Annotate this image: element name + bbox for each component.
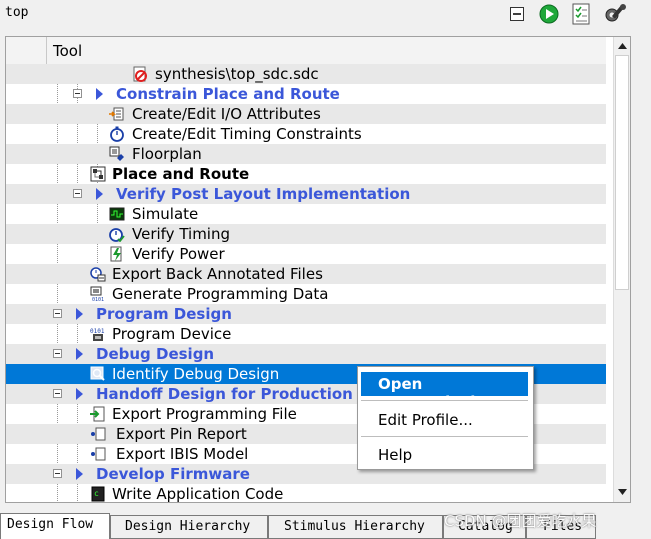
menu-separator (361, 400, 528, 401)
group-arrow-icon (76, 388, 83, 400)
tree-row-programming-data[interactable]: 0101 Generate Programming Data (6, 284, 606, 304)
tree-header: Tool (6, 37, 606, 65)
tree-row-label: Verify Post Layout Implementation (116, 185, 411, 203)
report-icon[interactable] (570, 3, 592, 25)
program-device-icon: 0101 (90, 326, 106, 342)
tree-row-verify-post-layout[interactable]: Verify Post Layout Implementation (6, 184, 606, 204)
tree-row-export-annotated[interactable]: Export Back Annotated Files (6, 264, 606, 284)
tree-row-label: Develop Firmware (96, 465, 250, 483)
pin-report-icon (90, 426, 106, 442)
group-arrow-icon (96, 188, 103, 200)
tree-row-verify-power[interactable]: Verify Power (6, 244, 606, 264)
tab-stimulus-hierarchy[interactable]: Stimulus Hierarchy (268, 515, 443, 539)
tree-row-place-route[interactable]: Place and Route (6, 164, 606, 184)
floorplan-icon (109, 146, 125, 162)
tree-row-label: Identify Debug Design (112, 365, 280, 383)
menu-item-label: Help (378, 446, 413, 464)
tree-row-label: Place and Route (112, 165, 250, 183)
sdc-file-icon (132, 66, 148, 82)
tree-row-label: Export IBIS Model (116, 445, 249, 463)
simulate-icon (109, 206, 125, 222)
tree-row-label: Create/Edit I/O Attributes (132, 105, 321, 123)
scroll-up-button[interactable] (614, 37, 630, 54)
tree-row-simulate[interactable]: Simulate (6, 204, 606, 224)
export-file-icon (90, 406, 106, 422)
svg-text:0101: 0101 (90, 328, 105, 335)
tree-row-label: Floorplan (132, 145, 202, 163)
tree-row-sdc-file[interactable]: synthesis\top_sdc.sdc (6, 64, 606, 84)
watermark: CSDN @团团爱吃水果 (444, 512, 597, 530)
io-attributes-icon (109, 106, 125, 122)
tree-header-blank-column (6, 37, 47, 64)
collapse-toggle-icon[interactable] (73, 189, 82, 198)
ibis-model-icon (90, 446, 106, 462)
tree-row-label: Export Programming File (112, 405, 297, 423)
tree-row-label: Create/Edit Timing Constraints (132, 125, 362, 143)
collapse-toggle-icon[interactable] (53, 469, 62, 478)
group-arrow-icon (76, 308, 83, 320)
programming-data-icon: 0101 (90, 286, 106, 302)
design-flow-tree: Tool synthesis\top_sdc.sdc Constrain Pla… (5, 36, 631, 503)
tree-row-label: Simulate (132, 205, 199, 223)
collapse-toggle-icon[interactable] (73, 89, 82, 98)
collapse-toggle-icon[interactable] (53, 389, 62, 398)
tree-row-label: Verify Power (132, 245, 225, 263)
tree-row-program-design[interactable]: Program Design (6, 304, 606, 324)
collapse-toggle-icon[interactable] (53, 349, 62, 358)
panel-title: top (5, 5, 29, 20)
tree-row-label: Generate Programming Data (112, 285, 329, 303)
tree-row-label: Verify Timing (132, 225, 230, 243)
verify-timing-icon (109, 226, 125, 242)
menu-separator (361, 436, 528, 437)
options-icon[interactable] (602, 3, 628, 25)
tree-row-program-device[interactable]: 0101 Program Device (6, 324, 606, 344)
tree-row-io-attributes[interactable]: Create/Edit I/O Attributes (6, 104, 606, 124)
tree-row-constrain-place-route[interactable]: Constrain Place and Route (6, 84, 606, 104)
run-icon[interactable] (538, 3, 560, 25)
place-route-icon (90, 166, 106, 182)
tree-row-floorplan[interactable]: Floorplan (6, 144, 606, 164)
tab-label: Stimulus Hierarchy (284, 519, 425, 534)
identify-debug-icon (90, 366, 106, 382)
tab-label: Design Hierarchy (125, 519, 251, 534)
tab-design-hierarchy[interactable]: Design Hierarchy (110, 515, 268, 539)
group-arrow-icon (96, 88, 103, 100)
scroll-thumb[interactable] (615, 55, 629, 290)
tree-row-label: Export Pin Report (116, 425, 247, 443)
application-code-icon: c (90, 486, 106, 502)
panel-toolbar: top (0, 0, 651, 30)
menu-item-open-interactively[interactable]: Open Interactively (361, 372, 528, 411)
menu-item-label: Edit Profile... (378, 411, 473, 429)
svg-text:0101: 0101 (92, 297, 104, 302)
stopwatch-icon (109, 126, 125, 142)
context-menu: Open Interactively Edit Profile... Help (357, 366, 534, 470)
tab-design-flow[interactable]: Design Flow (0, 513, 110, 539)
tree-row-application-code[interactable]: c Write Application Code (6, 484, 606, 503)
group-arrow-icon (76, 468, 83, 480)
vertical-scrollbar[interactable] (613, 37, 630, 502)
tree-row-label: Program Design (96, 305, 232, 323)
tree-row-debug-design[interactable]: Debug Design (6, 344, 606, 364)
scroll-down-button[interactable] (614, 483, 630, 500)
tree-row-label: Write Application Code (112, 485, 284, 503)
tree-row-label: Handoff Design for Production (96, 385, 353, 403)
tree-row-label: synthesis\top_sdc.sdc (155, 65, 319, 83)
verify-power-icon (109, 246, 125, 262)
tree-row-label: Constrain Place and Route (116, 85, 340, 103)
tab-label: Design Flow (7, 517, 94, 532)
tree-row-label: Debug Design (96, 345, 215, 363)
menu-item-help[interactable]: Help (361, 443, 528, 467)
group-arrow-icon (76, 348, 83, 360)
tree-row-timing-constraints[interactable]: Create/Edit Timing Constraints (6, 124, 606, 144)
tool-column-header[interactable]: Tool (53, 42, 82, 60)
menu-item-edit-profile[interactable]: Edit Profile... (361, 408, 528, 432)
menu-item-label: Open Interactively (378, 375, 486, 411)
tree-row-label: Export Back Annotated Files (112, 265, 323, 283)
svg-text:c: c (94, 489, 99, 498)
collapse-toggle-icon[interactable] (53, 309, 62, 318)
collapse-all-icon[interactable] (506, 3, 528, 25)
export-annotated-icon (90, 266, 106, 282)
tree-row-verify-timing[interactable]: Verify Timing (6, 224, 606, 244)
tree-row-label: Program Device (112, 325, 232, 343)
